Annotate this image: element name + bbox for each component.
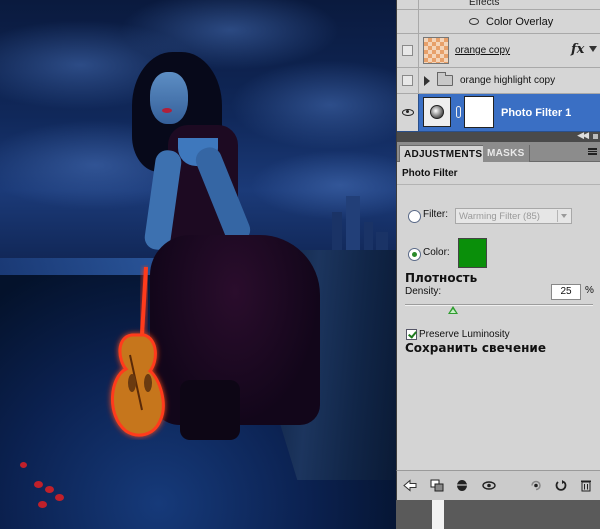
panel-tab-bar: ADJUSTMENTS MASKS (397, 142, 600, 162)
empty-visibility-box[interactable] (402, 45, 413, 56)
color-overlay-label: Color Overlay (486, 16, 554, 28)
mask-visibility-icon[interactable] (455, 479, 469, 492)
panel-dock-bar[interactable]: ◀◀ (397, 130, 600, 142)
panel-strip (432, 500, 444, 529)
preserve-luminosity-label[interactable]: Preserve Luminosity (419, 329, 510, 340)
effects-row[interactable]: Effects (397, 0, 600, 10)
adjustments-panel: ◀◀ ADJUSTMENTS MASKS Photo Filter Filter… (396, 130, 600, 500)
filter-dropdown[interactable]: Warming Filter (85) (455, 208, 572, 224)
tab-adjustments[interactable]: ADJUSTMENTS (399, 145, 488, 162)
filter-radio[interactable] (408, 210, 421, 223)
visibility-cell[interactable] (397, 10, 419, 33)
effect-eye-icon[interactable] (469, 18, 479, 25)
face (150, 72, 188, 124)
adjustment-layer-icon[interactable] (423, 97, 451, 127)
collapse-arrows-icon[interactable]: ◀◀ (577, 130, 589, 141)
layer-name[interactable]: Photo Filter 1 (501, 107, 571, 119)
density-input[interactable]: 25 (551, 284, 581, 300)
rose-petal (20, 462, 27, 468)
filter-dropdown-value: Warming Filter (85) (459, 211, 540, 222)
color-overlay-row[interactable]: Color Overlay (397, 10, 600, 34)
photo-filter-icon (430, 105, 444, 119)
rose-petal (34, 481, 43, 488)
group-name[interactable]: orange highlight copy (460, 75, 555, 86)
divider (397, 184, 600, 185)
rose-petal (55, 494, 64, 501)
legs (180, 380, 240, 440)
layer-row-orange-highlight-copy[interactable]: orange highlight copy (397, 68, 600, 94)
rose-petal (38, 501, 47, 508)
cloud (230, 60, 396, 150)
color-radio[interactable] (408, 248, 421, 261)
clip-layer-icon[interactable] (430, 479, 444, 492)
back-arrow-icon[interactable] (403, 479, 417, 492)
layer-name[interactable]: orange copy (455, 45, 510, 56)
panel-title: Photo Filter (402, 168, 458, 179)
layer-thumbnail (423, 37, 449, 64)
tab-masks[interactable]: MASKS (483, 145, 530, 162)
adjustments-toolbar (396, 470, 600, 500)
lips (162, 108, 172, 113)
preserve-luminosity-checkbox[interactable] (406, 329, 417, 340)
panel-menu-icon[interactable] (588, 148, 597, 155)
glowing-violin (111, 266, 165, 437)
close-panel-icon[interactable] (593, 134, 598, 139)
layer-row-orange-copy[interactable]: orange copy fx (397, 34, 600, 68)
layers-panel: Effects Color Overlay orange copy fx ora… (396, 0, 600, 132)
visibility-cell[interactable] (397, 0, 419, 9)
filter-label: Filter: (423, 209, 448, 220)
density-unit: % (585, 285, 594, 296)
rose-petal (45, 486, 54, 493)
layer-mask-thumbnail[interactable] (464, 96, 494, 128)
color-swatch[interactable] (458, 238, 487, 268)
trash-icon[interactable] (579, 479, 593, 492)
workspace-background (396, 500, 600, 529)
eye-icon[interactable] (482, 479, 496, 492)
density-russian-annotation: Плотность (405, 271, 478, 285)
expand-triangle-icon[interactable] (424, 76, 430, 86)
fx-icon[interactable]: fx (571, 42, 584, 57)
expand-effects-icon[interactable] (589, 46, 597, 52)
color-label: Color: (423, 247, 450, 258)
reset-icon[interactable] (554, 479, 568, 492)
layer-row-photo-filter[interactable]: Photo Filter 1 (397, 94, 600, 132)
preserve-russian-annotation: Сохранить свечение (405, 341, 546, 355)
density-slider-track[interactable] (405, 304, 593, 306)
effects-label: Effects (469, 0, 500, 8)
visibility-toggle[interactable] (397, 34, 419, 67)
chevron-down-icon[interactable] (557, 210, 569, 222)
visibility-toggle[interactable] (397, 94, 419, 131)
document-canvas (0, 0, 396, 529)
link-chain-icon[interactable] (456, 106, 461, 118)
visibility-toggle[interactable] (397, 68, 419, 93)
density-slider-thumb[interactable] (448, 306, 458, 314)
empty-visibility-box[interactable] (402, 75, 413, 86)
eye-icon[interactable] (401, 109, 414, 116)
density-label: Density: (405, 286, 442, 297)
previous-state-icon[interactable] (529, 479, 543, 492)
folder-icon (437, 72, 453, 86)
